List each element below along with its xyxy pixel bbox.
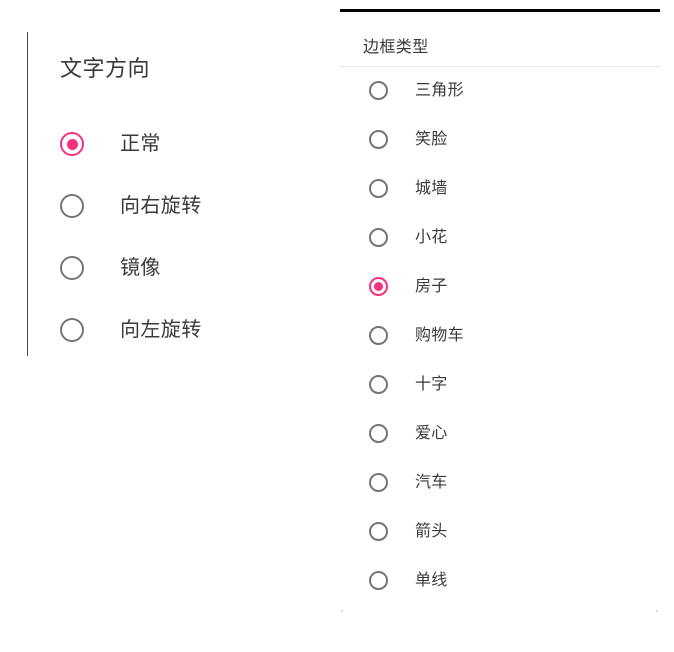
radio-unselected-icon[interactable]: [369, 130, 388, 149]
radio-unselected-icon[interactable]: [369, 228, 388, 247]
border-type-panel: 边框类型 三角形笑脸城墙小花房子购物车十字爱心汽车箭头单线: [340, 0, 660, 652]
border-type-top-bar: [340, 9, 660, 12]
radio-selected-icon[interactable]: [60, 132, 84, 156]
border-type-radio-label: 箭头: [415, 522, 448, 540]
border-type-radio-label: 房子: [415, 277, 448, 295]
text-direction-radio-row[interactable]: 正常: [60, 113, 310, 175]
text-direction-radio-row[interactable]: 向左旋转: [60, 299, 310, 361]
left-panel-vertical-rule: [27, 32, 28, 356]
radio-unselected-icon[interactable]: [60, 318, 84, 342]
border-type-radio-row[interactable]: 箭头: [340, 507, 660, 556]
border-type-radio-row[interactable]: 购物车: [340, 311, 660, 360]
border-type-radio-row[interactable]: 十字: [340, 360, 660, 409]
border-type-radio-row[interactable]: 房子: [340, 262, 660, 311]
border-type-radio-label: 购物车: [415, 326, 464, 344]
text-direction-heading: 文字方向: [60, 56, 151, 81]
border-type-radio-label: 笑脸: [415, 130, 448, 148]
border-type-radio-row[interactable]: 爱心: [340, 409, 660, 458]
border-type-radio-label: 爱心: [415, 424, 448, 442]
radio-unselected-icon[interactable]: [369, 179, 388, 198]
text-direction-radio-row[interactable]: 镜像: [60, 237, 310, 299]
text-direction-radio-group: 正常向右旋转镜像向左旋转: [60, 113, 310, 361]
text-direction-panel: 文字方向 正常向右旋转镜像向左旋转: [0, 0, 330, 652]
border-type-radio-row[interactable]: 三角形: [340, 66, 660, 115]
radio-unselected-icon[interactable]: [369, 81, 388, 100]
border-type-radio-label: 三角形: [415, 81, 464, 99]
border-type-radio-label: 单线: [415, 571, 448, 589]
text-direction-radio-label: 向左旋转: [120, 319, 202, 341]
text-direction-radio-label: 正常: [120, 133, 161, 155]
radio-unselected-icon[interactable]: [369, 326, 388, 345]
radio-unselected-icon[interactable]: [369, 375, 388, 394]
border-type-radio-row[interactable]: 笑脸: [340, 115, 660, 164]
radio-unselected-icon[interactable]: [369, 473, 388, 492]
radio-unselected-icon[interactable]: [60, 256, 84, 280]
border-type-radio-row[interactable]: 单线: [340, 556, 660, 605]
border-type-radio-row[interactable]: 城墙: [340, 164, 660, 213]
border-type-radio-label: 十字: [415, 375, 448, 393]
radio-unselected-icon[interactable]: [369, 571, 388, 590]
panel-corner-dot-right: [656, 610, 658, 612]
border-type-radio-row[interactable]: 汽车: [340, 458, 660, 507]
border-type-radio-label: 汽车: [415, 473, 448, 491]
text-direction-radio-row[interactable]: 向右旋转: [60, 175, 310, 237]
text-direction-radio-label: 向右旋转: [120, 195, 202, 217]
text-direction-radio-label: 镜像: [120, 257, 161, 279]
border-type-heading: 边框类型: [363, 39, 429, 56]
panel-corner-dot-left: [341, 610, 343, 612]
radio-selected-icon[interactable]: [369, 277, 388, 296]
border-type-radio-label: 城墙: [415, 179, 448, 197]
radio-unselected-icon[interactable]: [369, 522, 388, 541]
radio-unselected-icon[interactable]: [369, 424, 388, 443]
border-type-radio-label: 小花: [415, 228, 448, 246]
radio-unselected-icon[interactable]: [60, 194, 84, 218]
border-type-radio-row[interactable]: 小花: [340, 213, 660, 262]
border-type-radio-group: 三角形笑脸城墙小花房子购物车十字爱心汽车箭头单线: [340, 66, 660, 605]
